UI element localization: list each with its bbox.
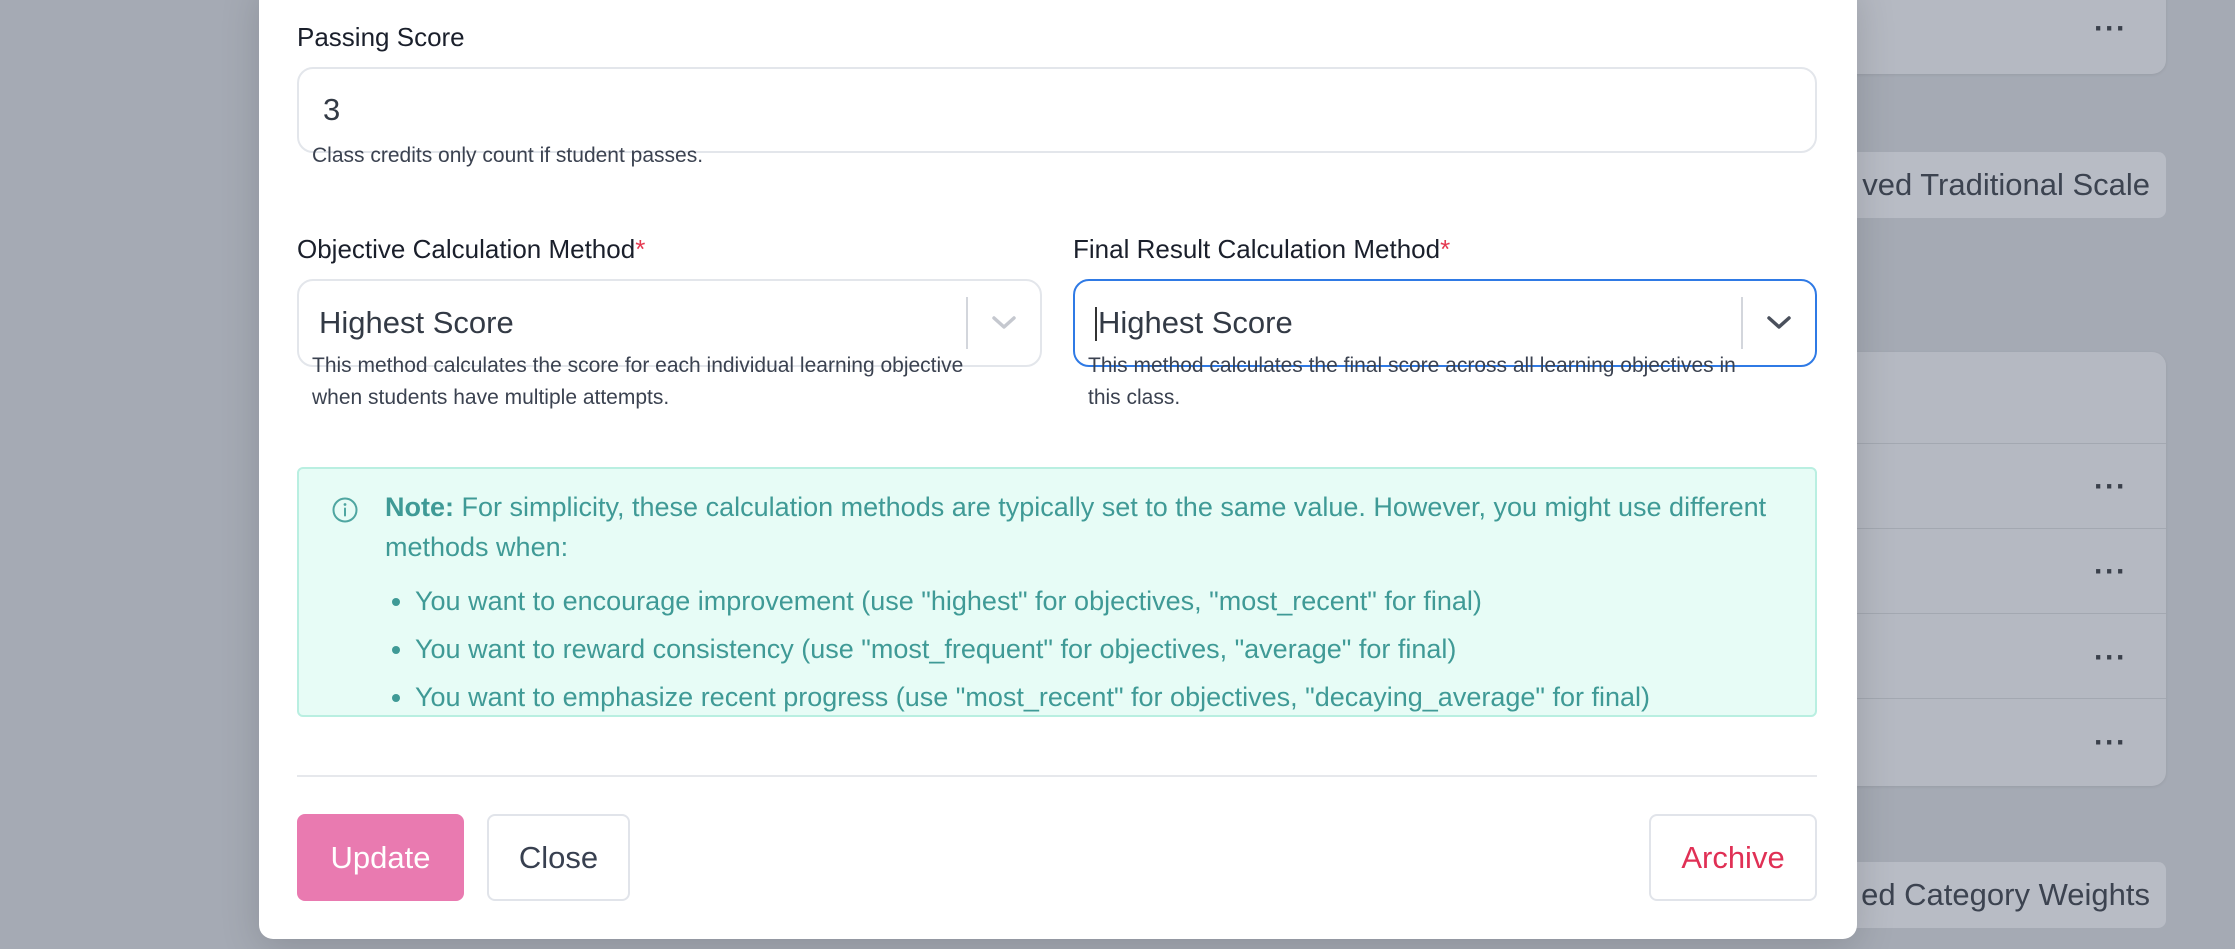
objective-method-help-line2: when students have multiple attempts. — [312, 386, 670, 409]
more-options-icon[interactable]: ··· — [2094, 643, 2127, 673]
objective-method-value: Highest Score — [319, 305, 514, 340]
note-bullet: You want to reward consistency (use "mos… — [415, 629, 1775, 669]
objective-method-help-line1: This method calculates the score for eac… — [312, 354, 964, 377]
archive-button[interactable]: Archive — [1649, 814, 1817, 901]
background-row-divider — [1840, 528, 2166, 529]
final-method-value-wrap[interactable]: Highest Score — [1075, 305, 1741, 342]
note-bullet-list: You want to encourage improvement (use "… — [385, 581, 1775, 717]
final-method-value: Highest Score — [1098, 304, 1293, 340]
chevron-down-icon[interactable] — [968, 281, 1040, 365]
more-options-icon[interactable]: ··· — [2094, 557, 2127, 587]
more-options-icon[interactable]: ··· — [2094, 14, 2127, 44]
required-asterisk: * — [635, 234, 646, 264]
final-method-help: This method calculates the final score a… — [1088, 350, 1736, 414]
chevron-down-icon[interactable] — [1743, 281, 1815, 365]
close-button[interactable]: Close — [487, 814, 630, 901]
edit-class-modal: Passing Score 3 Class credits only count… — [259, 0, 1857, 939]
note-bullet: You want to emphasize recent progress (u… — [415, 677, 1775, 717]
text-cursor — [1095, 307, 1097, 342]
final-method-label: Final Result Calculation Method* — [1073, 234, 1450, 265]
note-bullet: You want to encourage improvement (use "… — [415, 581, 1775, 621]
background-row-divider — [1840, 443, 2166, 444]
objective-method-label: Objective Calculation Method* — [297, 234, 645, 265]
note-text: Note: For simplicity, these calculation … — [385, 487, 1775, 725]
passing-score-help: Class credits only count if student pass… — [312, 144, 704, 167]
background-row-divider — [1840, 698, 2166, 699]
final-method-label-text: Final Result Calculation Method — [1073, 234, 1441, 264]
more-options-icon[interactable]: ··· — [2094, 728, 2127, 758]
background-pill-scale[interactable]: ved Traditional Scale — [1830, 152, 2166, 218]
final-method-help-line2: this class. — [1088, 386, 1181, 409]
passing-score-label: Passing Score — [297, 22, 465, 52]
footer-divider — [297, 775, 1817, 777]
note-paragraph: Note: For simplicity, these calculation … — [385, 487, 1775, 567]
note-body: For simplicity, these calculation method… — [385, 492, 1767, 562]
calculation-note: Note: For simplicity, these calculation … — [297, 467, 1817, 717]
background-row-divider — [1840, 613, 2166, 614]
final-method-help-line1: This method calculates the final score a… — [1088, 354, 1736, 377]
objective-method-help: This method calculates the score for eac… — [312, 350, 963, 414]
info-icon — [331, 495, 359, 535]
objective-method-label-text: Objective Calculation Method — [297, 234, 636, 264]
more-options-icon[interactable]: ··· — [2094, 472, 2127, 502]
update-button[interactable]: Update — [297, 814, 464, 901]
note-title: Note: — [385, 492, 454, 522]
required-asterisk: * — [1440, 234, 1451, 264]
background-pill-weights[interactable]: ed Category Weights — [1830, 862, 2166, 928]
